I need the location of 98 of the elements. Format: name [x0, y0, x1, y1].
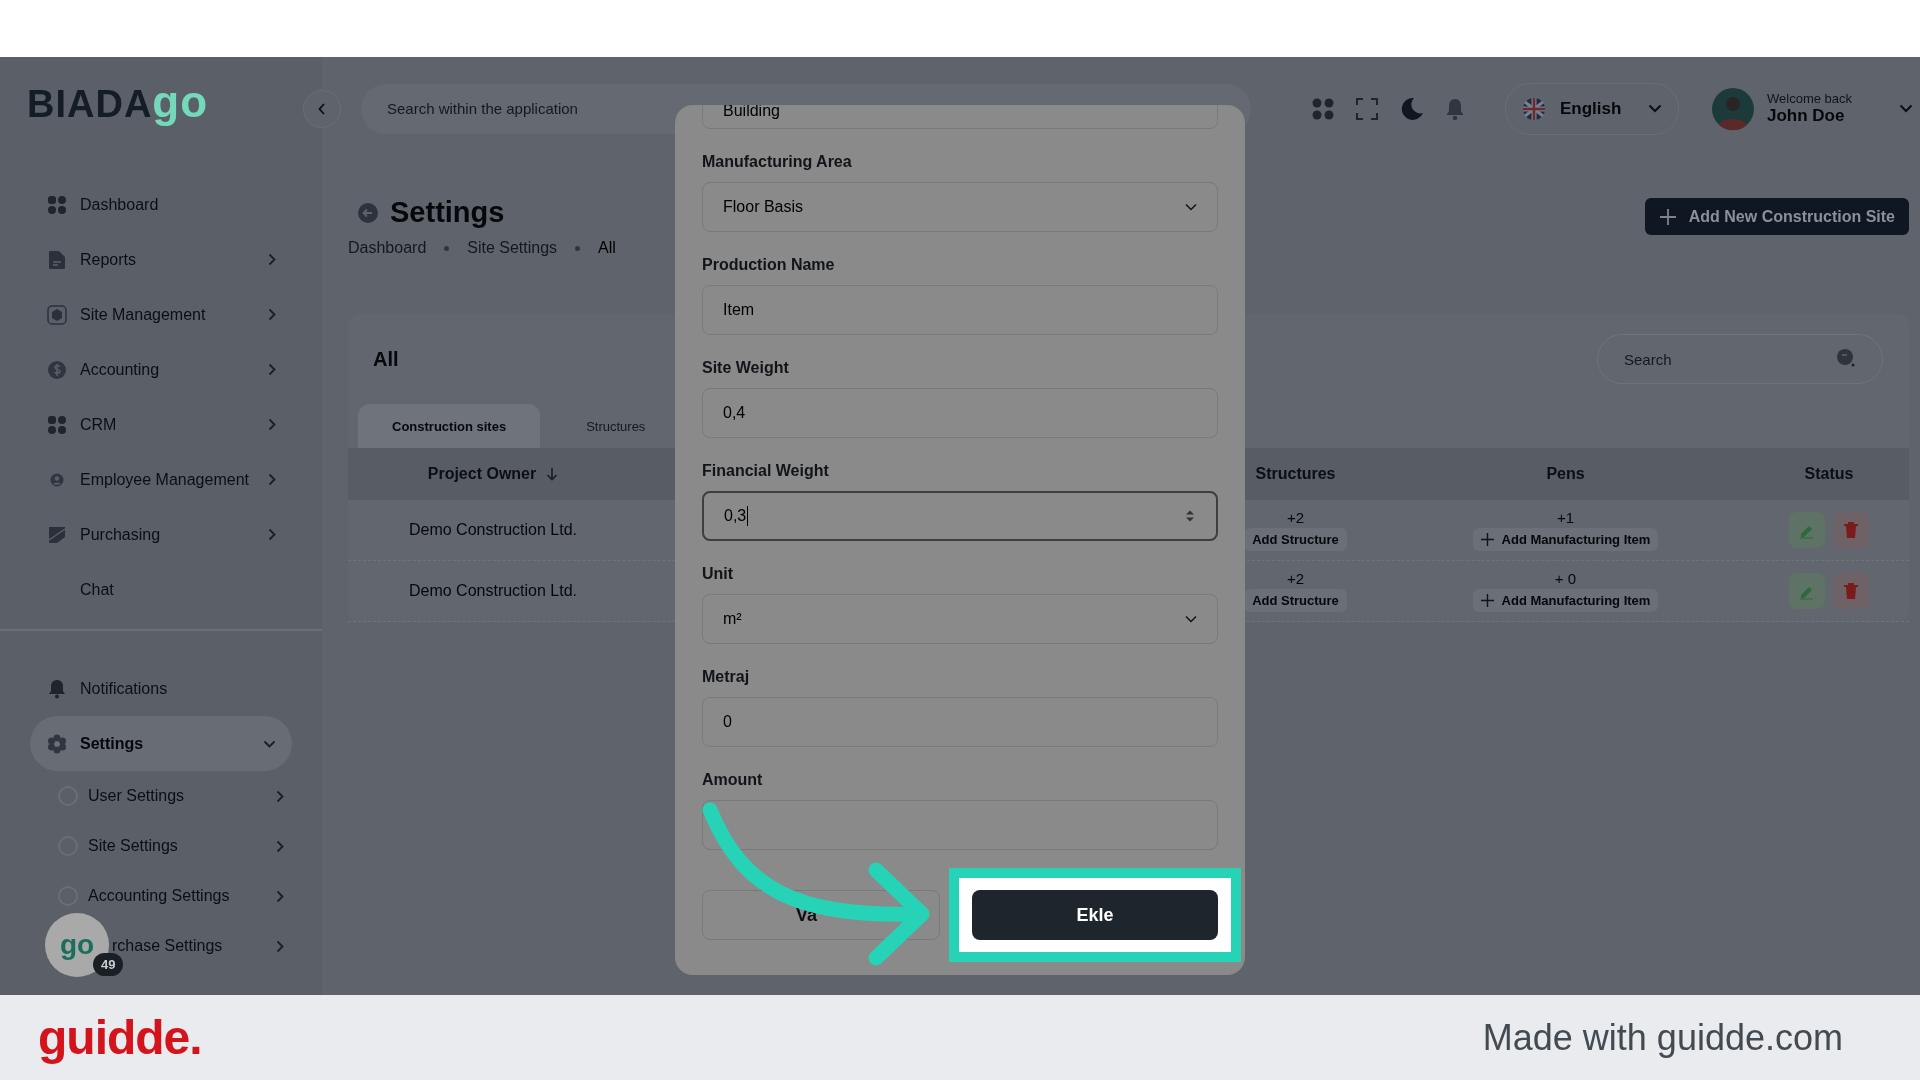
greeting-text: Welcome back: [1767, 91, 1853, 106]
dollar-icon: [47, 359, 67, 380]
user-name: John Doe: [1767, 106, 1846, 126]
select-field[interactable]: Floor Basis: [702, 182, 1218, 232]
chevron-right-icon: [268, 473, 276, 486]
field-label: Production Name: [702, 256, 836, 275]
input-field[interactable]: Item: [702, 285, 1218, 335]
edit-button[interactable]: [1789, 573, 1825, 609]
chevron-right-icon: [268, 418, 276, 431]
add-structure-button[interactable]: Add Structure: [1244, 589, 1347, 612]
sidebar-item[interactable]: Site Management: [30, 287, 292, 342]
back-icon[interactable]: [358, 202, 378, 223]
flag-icon: [1522, 96, 1546, 121]
column-header[interactable]: Project Owner: [348, 465, 638, 483]
input-field[interactable]: 0,4: [702, 388, 1218, 438]
delete-button[interactable]: [1833, 573, 1869, 609]
tab[interactable]: Structures: [552, 404, 680, 448]
edit-button[interactable]: [1789, 512, 1825, 548]
sidebar-item[interactable]: Employee Management: [30, 452, 292, 507]
table-cell: Demo Construction Ltd.: [408, 521, 578, 539]
plus-icon: [1658, 207, 1677, 226]
count-text: +2: [1286, 570, 1305, 587]
trash-icon: [1843, 582, 1859, 600]
page-title: Settings: [390, 196, 505, 229]
chevron-right-icon: [276, 789, 284, 803]
card-title: All: [373, 347, 399, 371]
chevron-right-icon: [276, 889, 284, 903]
moon-icon[interactable]: [1399, 95, 1425, 122]
field-label: Unit: [702, 565, 735, 584]
apps-icon[interactable]: [1311, 96, 1335, 121]
chevron-down-icon: [1648, 104, 1662, 113]
field-label: Metraj: [702, 668, 751, 687]
plus-icon: [1480, 533, 1494, 546]
grid-icon: [47, 414, 67, 435]
add-structure-button[interactable]: Add Structure: [1244, 528, 1347, 551]
tab[interactable]: Construction sites: [358, 404, 541, 448]
breadcrumb-item: All: [598, 239, 616, 257]
chevron-down-icon: [1185, 615, 1197, 623]
sidebar-item[interactable]: Reports: [30, 232, 292, 287]
plus-icon: [1480, 594, 1494, 607]
input-field[interactable]: 0,3: [702, 491, 1218, 541]
chevron-left-icon: [318, 102, 326, 115]
sidebar-item[interactable]: Dashboard: [30, 177, 292, 232]
person-icon: [50, 472, 64, 487]
tag-icon: [47, 525, 67, 544]
guidde-logo: guidde.: [38, 1010, 202, 1065]
table-cell: Demo Construction Ltd.: [408, 582, 578, 600]
chevron-right-icon: [268, 363, 276, 376]
sidebar-item[interactable]: Chat: [30, 562, 292, 617]
column-header[interactable]: Pens: [1363, 465, 1768, 483]
submenu-item[interactable]: Site Settings: [30, 821, 292, 871]
language-selector[interactable]: English: [1505, 82, 1679, 135]
add-manufacturing-item-button[interactable]: Add Manufacturing Item: [1472, 589, 1659, 612]
breadcrumb-item[interactable]: Site Settings: [467, 239, 558, 257]
count-text: + 0: [1554, 570, 1577, 587]
chevron-down-icon[interactable]: [1899, 104, 1913, 113]
chevron-right-icon: [276, 839, 284, 853]
fullscreen-icon[interactable]: [1355, 96, 1379, 121]
spinner-icon: [1184, 508, 1196, 524]
cube-icon: [47, 304, 67, 325]
logo: BIADAgo: [27, 77, 209, 127]
trash-icon: [1843, 521, 1859, 539]
chevron-right-icon: [268, 528, 276, 541]
breadcrumb-item[interactable]: Dashboard: [348, 239, 427, 257]
input-field[interactable]: Building: [702, 105, 1218, 129]
search-input[interactable]: Search: [1624, 347, 1824, 371]
field-label: Manufacturing Area: [702, 153, 853, 172]
add-manufacturing-item-button[interactable]: Add Manufacturing Item: [1472, 528, 1659, 551]
settings-icon: [47, 733, 67, 754]
column-header[interactable]: Status: [1768, 465, 1890, 483]
delete-button[interactable]: [1833, 512, 1869, 548]
submenu-item[interactable]: User Settings: [30, 771, 292, 821]
chevron-down-icon: [1185, 203, 1197, 211]
field-label: Amount: [702, 771, 764, 790]
sidebar-item[interactable]: Notifications: [30, 661, 292, 716]
avatar-icon[interactable]: [1711, 86, 1755, 131]
chevron-right-icon: [276, 939, 284, 953]
sidebar-item[interactable]: Accounting: [30, 342, 292, 397]
sidebar-item[interactable]: Settings: [30, 716, 292, 771]
input-field[interactable]: [702, 800, 1218, 850]
input-field[interactable]: 0: [702, 697, 1218, 747]
count-text: +2: [1286, 509, 1305, 526]
credit-text: Made with guidde.com: [1482, 1016, 1843, 1059]
submit-button[interactable]: Ekle: [972, 890, 1218, 940]
add-construction-site-button[interactable]: Add New Construction Site: [1644, 198, 1909, 235]
select-field[interactable]: m²: [702, 594, 1218, 644]
document-icon: [48, 249, 66, 270]
field-label: Site Weight: [702, 359, 790, 378]
bell-icon[interactable]: [1445, 96, 1465, 121]
grid-icon: [47, 194, 67, 215]
bell-icon: [48, 678, 66, 699]
field-label: Financial Weight: [702, 462, 830, 481]
sidebar-item[interactable]: Purchasing: [30, 507, 292, 562]
sidebar-item[interactable]: CRM: [30, 397, 292, 452]
search-field[interactable]: Search: [1597, 334, 1883, 384]
chevron-right-icon: [268, 253, 276, 266]
chevron-right-icon: [268, 308, 276, 321]
count-text: +1: [1556, 509, 1575, 526]
